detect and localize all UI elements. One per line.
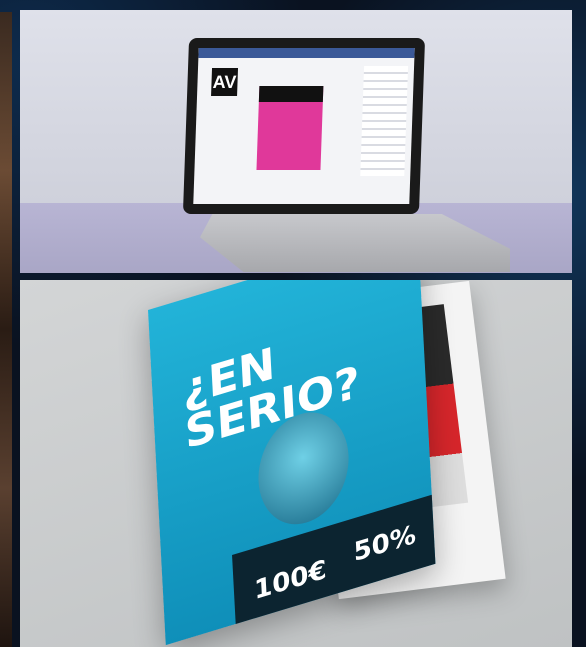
laptop-screen: AV (182, 38, 426, 214)
laptop-photo: AV (20, 10, 572, 273)
price-50: 50% (352, 519, 417, 569)
post-header (258, 86, 324, 102)
left-photo-strip (0, 12, 12, 647)
social-top-bar (198, 48, 415, 58)
magazine-photo: ¿EN SERIO? 100€ 50% (20, 280, 572, 647)
price-100: 100€ (253, 554, 328, 607)
brand-logo: AV (211, 68, 239, 96)
social-page: AV (193, 48, 415, 204)
cover-offers: 100€ 50% (232, 494, 436, 625)
sidebar-column (360, 66, 409, 176)
post-image (256, 86, 324, 170)
